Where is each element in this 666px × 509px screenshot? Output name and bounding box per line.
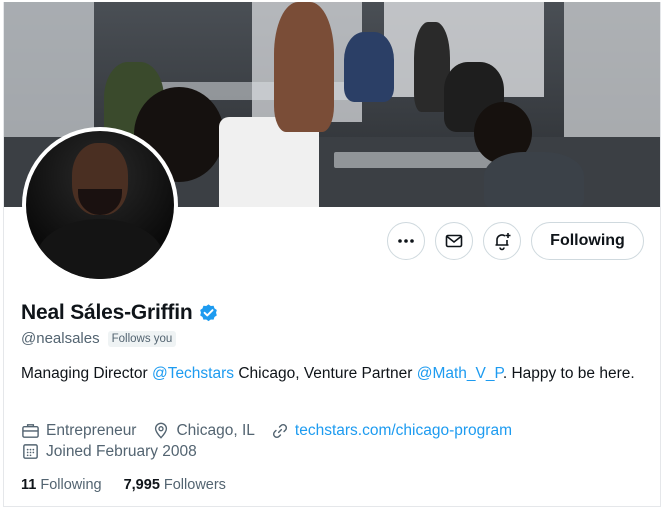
banner-raised-arm bbox=[274, 2, 334, 132]
calendar-icon bbox=[23, 444, 38, 459]
profile-meta-joined: Joined February 2008 bbox=[21, 442, 213, 461]
profile-bio: Managing Director @Techstars Chicago, Ve… bbox=[21, 363, 641, 385]
joined-label: Joined February 2008 bbox=[46, 442, 197, 460]
avatar-body bbox=[36, 219, 164, 279]
bio-text: Chicago, Venture Partner bbox=[234, 365, 417, 382]
following-count-link[interactable]: 11 Following bbox=[21, 477, 102, 493]
banner-person bbox=[484, 152, 584, 207]
link-icon bbox=[272, 423, 287, 438]
bell-plus-icon bbox=[495, 233, 511, 251]
category-label: Entrepreneur bbox=[46, 421, 137, 439]
more-button[interactable] bbox=[387, 222, 425, 260]
mail-icon bbox=[445, 234, 463, 248]
banner-wall bbox=[4, 2, 94, 142]
verified-badge-icon bbox=[200, 303, 218, 321]
followers-count: 7,995 bbox=[123, 477, 160, 493]
notifications-button[interactable] bbox=[483, 222, 521, 260]
profile-location: Chicago, IL bbox=[152, 421, 255, 440]
message-button[interactable] bbox=[435, 222, 473, 260]
briefcase-icon bbox=[22, 424, 39, 438]
followers-label: Followers bbox=[163, 477, 226, 493]
profile-name-row: Neal Sáles-Griffin bbox=[21, 301, 219, 325]
location-label: Chicago, IL bbox=[176, 421, 255, 439]
profile-name: Neal Sáles-Griffin bbox=[21, 301, 193, 324]
bio-mention-math-vp[interactable]: @Math_V_P bbox=[417, 365, 503, 382]
avatar[interactable] bbox=[22, 127, 178, 283]
followers-count-link[interactable]: 7,995 Followers bbox=[124, 477, 226, 493]
profile-joined: Joined February 2008 bbox=[21, 442, 197, 461]
profile-category: Entrepreneur bbox=[21, 421, 136, 440]
more-icon bbox=[398, 239, 414, 243]
following-button[interactable]: Following bbox=[531, 222, 644, 260]
profile-handle-row: @nealsales Follows you bbox=[21, 330, 177, 347]
profile-handle: @nealsales bbox=[21, 330, 100, 347]
bio-text: Managing Director bbox=[21, 365, 152, 382]
website-link[interactable]: techstars.com/chicago-program bbox=[295, 422, 512, 440]
banner-desk bbox=[334, 152, 494, 168]
profile-meta: Entrepreneur Chicago, IL techstars.com/c… bbox=[21, 421, 528, 440]
bio-mention-techstars[interactable]: @Techstars bbox=[152, 365, 234, 382]
following-count: 11 bbox=[21, 477, 37, 493]
following-label: Following bbox=[40, 477, 102, 493]
follows-you-badge: Follows you bbox=[107, 330, 177, 347]
profile-stats: 11 Following 7,995 Followers bbox=[21, 477, 226, 493]
banner-person bbox=[344, 32, 394, 102]
profile-website[interactable]: techstars.com/chicago-program bbox=[271, 422, 512, 440]
location-pin-icon bbox=[155, 422, 168, 439]
bio-text: . Happy to be here. bbox=[502, 365, 635, 382]
avatar-photo bbox=[26, 131, 174, 279]
